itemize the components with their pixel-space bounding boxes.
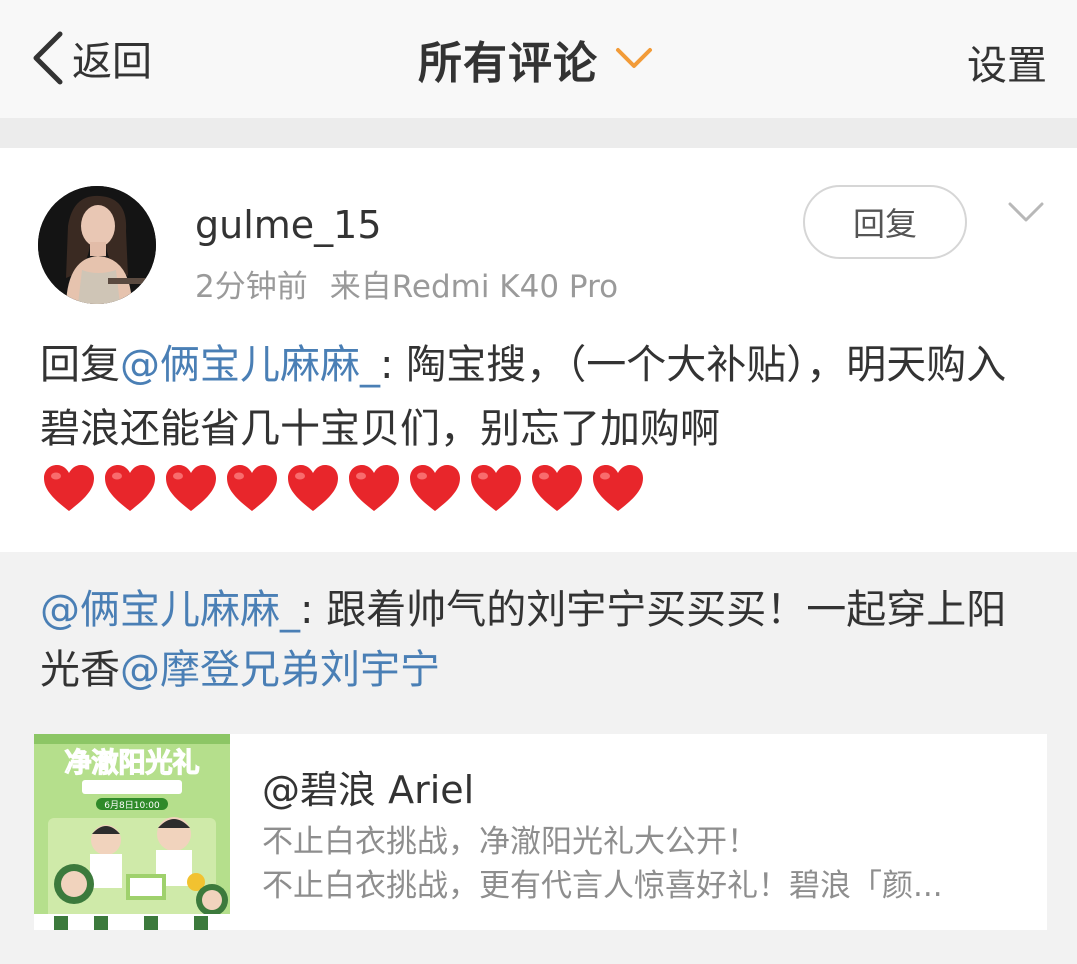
comment-meta: 2分钟前 来自Redmi K40 Pro (195, 261, 618, 306)
heart-icon (410, 465, 460, 511)
mention-link[interactable]: @俩宝儿麻麻_ (40, 587, 300, 633)
heart-icon (349, 465, 399, 511)
back-label: 返回 (72, 39, 152, 85)
heart-icon (532, 465, 582, 511)
divider (0, 118, 1077, 148)
heart-icon (227, 465, 277, 511)
card-desc-line: 不止白衣挑战，更有代言人惊喜好礼！碧浪「颜... (262, 868, 943, 904)
card-desc-line: 不止白衣挑战，净澈阳光礼大公开！ (262, 824, 758, 860)
top-nav-bar: 返回 所有评论 设置 (0, 0, 1077, 118)
quoted-post[interactable]: @俩宝儿麻麻_: 跟着帅气的刘宇宁买买买！一起穿上阳光香@摩登兄弟刘宇宁 净澈阳… (0, 552, 1077, 964)
link-card[interactable]: 净澈阳光礼 6月8日10:00 @碧浪 Ariel 不止白衣挑战，净澈阳光礼大公… (34, 734, 1047, 930)
avatar-image (38, 186, 156, 304)
card-title: @碧浪 Ariel (262, 768, 475, 812)
page-title: 所有评论 (418, 38, 598, 89)
reply-button[interactable]: 回复 (803, 185, 967, 259)
reply-prefix: 回复 (40, 342, 120, 388)
card-description: 不止白衣挑战，净澈阳光礼大公开！ 不止白衣挑战，更有代言人惊喜好礼！碧浪「颜..… (262, 820, 943, 908)
promo-image: 净澈阳光礼 6月8日10:00 (34, 734, 230, 930)
mention-link[interactable]: @俩宝儿麻麻_ (120, 342, 380, 388)
avatar[interactable] (38, 186, 156, 304)
back-button[interactable]: 返回 (30, 28, 152, 88)
username[interactable]: gulme_15 (195, 203, 382, 247)
comment-time: 2分钟前 (195, 269, 308, 305)
heart-icon (471, 465, 521, 511)
chevron-down-icon (616, 48, 652, 68)
chevron-left-icon (33, 31, 63, 85)
comment-card: gulme_15 2分钟前 来自Redmi K40 Pro 回复 回复@俩宝儿麻麻… (0, 148, 1077, 552)
promo-date: 6月8日10:00 (104, 800, 160, 811)
card-thumbnail: 净澈阳光礼 6月8日10:00 (34, 734, 230, 930)
comment-filter-dropdown[interactable]: 所有评论 (418, 30, 654, 89)
settings-button[interactable]: 设置 (967, 33, 1047, 91)
heart-icon (44, 465, 94, 511)
heart-emoji-row (42, 464, 652, 514)
promo-title: 净澈阳光礼 (65, 747, 200, 779)
heart-icon (105, 465, 155, 511)
comment-text: 回复@俩宝儿麻麻_: 陶宝搜，（一个大补贴），明天购入碧浪还能省几十宝贝们，别忘… (40, 333, 1040, 461)
quoted-text: @俩宝儿麻麻_: 跟着帅气的刘宇宁买买买！一起穿上阳光香@摩登兄弟刘宇宁 (40, 580, 1040, 700)
mention-link[interactable]: @摩登兄弟刘宇宁 (120, 647, 440, 693)
heart-icon (593, 465, 643, 511)
comment-source: 来自Redmi K40 Pro (329, 269, 619, 305)
chevron-down-icon[interactable] (1006, 200, 1046, 226)
heart-icon (166, 465, 216, 511)
heart-icon (288, 465, 338, 511)
